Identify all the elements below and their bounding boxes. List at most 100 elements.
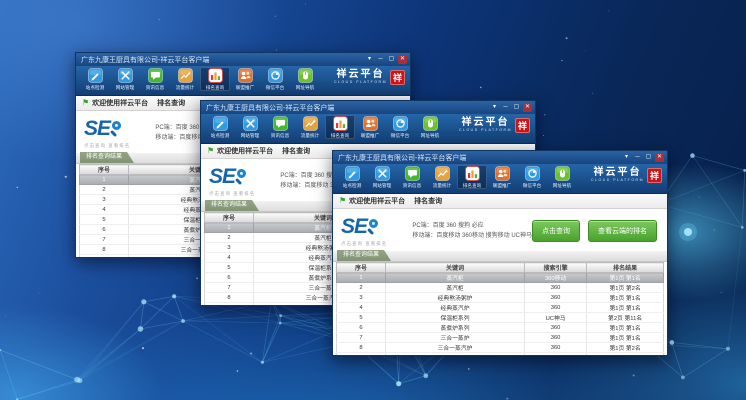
toolbar-item-label: 联盟推广 xyxy=(493,182,511,188)
skin-button[interactable]: ▾ xyxy=(490,103,499,112)
close-button[interactable]: ✕ xyxy=(523,103,532,112)
toolbar-item-label: 排名查询 xyxy=(331,132,349,138)
tab-rank-results[interactable]: 排名查询结果 xyxy=(205,200,259,211)
minimize-button[interactable]: ─ xyxy=(501,103,510,112)
cell-keyword: 蒸汽柜 xyxy=(386,283,525,293)
toolbar-item[interactable]: 网站管理 xyxy=(110,67,140,91)
toolbar-item[interactable]: 微信平台 xyxy=(385,115,415,139)
toolbar: 站点检测网站管理资讯信息流量统计排名查询联盟推广微信平台网址导航 祥云平台 CL… xyxy=(201,114,535,144)
window-title: 广东九康王厨具有限公司-祥云平台客户端 xyxy=(206,103,490,113)
cell-engine: 搜狗 xyxy=(525,353,587,357)
toolbar-item[interactable]: 排名查询 xyxy=(200,67,230,91)
toolbar-item[interactable]: 资讯信息 xyxy=(265,115,295,139)
traffic-chart-icon xyxy=(178,68,193,83)
cell-no: 6 xyxy=(337,323,386,333)
brand-logo: 祥云平台 CLOUD PLATFORM 祥 xyxy=(591,168,662,183)
toolbar-item[interactable]: 微信平台 xyxy=(517,165,547,189)
welcome-text: 欢迎使用祥云平台 xyxy=(92,98,148,108)
toolbar-item[interactable]: 流量统计 xyxy=(427,165,457,189)
toolbar-item[interactable]: 网址导航 xyxy=(415,115,445,139)
window-title: 广东九康王厨具有限公司-祥云平台客户端 xyxy=(338,153,622,163)
mouse-icon xyxy=(298,68,313,83)
magnifier-icon xyxy=(236,169,253,186)
cell-no: 2 xyxy=(337,283,386,293)
window-title: 广东九康王厨具有限公司-祥云平台客户端 xyxy=(81,55,365,65)
table-row[interactable]: 4经典蒸汽炉360第1页 第1名 xyxy=(337,303,664,313)
maximize-button[interactable]: ▢ xyxy=(644,153,653,162)
flag-icon: ⚑ xyxy=(82,99,89,107)
cell-result: 第1页 第1名 xyxy=(587,323,664,333)
toolbar-item[interactable]: 网址导航 xyxy=(547,165,577,189)
toolbar-item[interactable]: 资讯信息 xyxy=(397,165,427,189)
toolbar-item[interactable]: 排名查询 xyxy=(325,115,355,139)
query-panel: SE 点击查询 查看排名 PC端：百度 360 搜狗 必应 移动端：百度移动 3… xyxy=(333,209,667,251)
welcome-text: 欢迎使用祥云平台 xyxy=(349,196,405,206)
title-bar[interactable]: 广东九康王厨具有限公司-祥云平台客户端 ▾─▢✕ xyxy=(76,53,410,66)
toolbar-item[interactable]: 排名查询 xyxy=(457,165,487,189)
toolbar-item[interactable]: 资讯信息 xyxy=(140,67,170,91)
close-button[interactable]: ✕ xyxy=(398,55,407,64)
toolbar-item[interactable]: 联盟推广 xyxy=(487,165,517,189)
cell-keyword: 经典蒸汽炉 xyxy=(386,303,525,313)
toolbar-item[interactable]: 流量统计 xyxy=(170,67,200,91)
table-row[interactable]: 7三合一蒸炉360第1页 第1名 xyxy=(337,333,664,343)
toolbar-item[interactable]: 流量统计 xyxy=(295,115,325,139)
cell-no: 5 xyxy=(80,215,129,225)
toolbar-item-label: 微信平台 xyxy=(391,132,409,138)
tab-rank-results[interactable]: 排名查询结果 xyxy=(80,152,134,163)
toolbar-item[interactable]: 联盟推广 xyxy=(230,67,260,91)
toolbar-item[interactable]: 联盟推广 xyxy=(355,115,385,139)
table-row[interactable]: 1蒸汽柜360移动第1页 第1名 xyxy=(337,273,664,283)
maximize-button[interactable]: ▢ xyxy=(512,103,521,112)
table-row[interactable]: 3经典熬汤粥炉360第1页 第1名 xyxy=(337,293,664,303)
cell-no: 7 xyxy=(337,333,386,343)
toolbar-item[interactable]: 网站管理 xyxy=(367,165,397,189)
query-button[interactable]: 点击查询 xyxy=(532,220,580,242)
table-row[interactable]: 2蒸汽柜360第1页 第2名 xyxy=(337,283,664,293)
cell-result: 第1页 第2名 xyxy=(587,343,664,353)
toolbar-item[interactable]: 网站管理 xyxy=(235,115,265,139)
mobile-engines: 移动端：百度移动 360移动 搜狗移动 UC神马 xyxy=(412,231,532,241)
cell-engine: 360移动 xyxy=(525,273,587,283)
seo-logo: SE 点击查询 查看排名 xyxy=(209,165,272,197)
cell-no: 1 xyxy=(205,223,254,233)
cell-no: 2 xyxy=(80,185,129,195)
table-row[interactable]: 6蒸煮炉系列360第1页 第1名 xyxy=(337,323,664,333)
flag-icon: ⚑ xyxy=(207,147,214,155)
seo-logo-text: SE xyxy=(84,118,110,140)
skin-button[interactable]: ▾ xyxy=(622,153,631,162)
minimize-button[interactable]: ─ xyxy=(376,55,385,64)
cell-result: 第1页 第1名 xyxy=(587,303,664,313)
maximize-button[interactable]: ▢ xyxy=(387,55,396,64)
toolbar-item[interactable]: 站点检测 xyxy=(205,115,235,139)
mouse-icon xyxy=(555,166,570,181)
magnifier-icon xyxy=(111,121,128,138)
table-row[interactable]: 5保温柜系列UC神马第2页 第11名 xyxy=(337,313,664,323)
cell-no: 8 xyxy=(80,245,129,255)
table-row[interactable]: 8三合一蒸汽炉360第1页 第2名 xyxy=(337,343,664,353)
toolbar-item[interactable]: 网址导航 xyxy=(290,67,320,91)
cell-result: 第2页 第11名 xyxy=(587,313,664,323)
table-row[interactable]: 9智能烧汤粥炉搜狗第1页 第1名 xyxy=(337,353,664,357)
toolbar-item[interactable]: 微信平台 xyxy=(260,67,290,91)
toolbar-item-label: 联盟推广 xyxy=(236,84,254,90)
cell-no: 5 xyxy=(337,313,386,323)
view-cloud-rank-button[interactable]: 查看云端的排名 xyxy=(588,220,657,242)
platform-icon xyxy=(525,166,540,181)
minimize-button[interactable]: ─ xyxy=(633,153,642,162)
close-button[interactable]: ✕ xyxy=(655,153,664,162)
toolbar-item[interactable]: 站点检测 xyxy=(80,67,110,91)
title-bar[interactable]: 广东九康王厨具有限公司-祥云平台客户端 ▾─▢✕ xyxy=(201,101,535,114)
toolbar-item-label: 联盟推广 xyxy=(361,132,379,138)
skin-button[interactable]: ▾ xyxy=(365,55,374,64)
toolbar-item[interactable]: 站点检测 xyxy=(337,165,367,189)
title-bar[interactable]: 广东九康王厨具有限公司-祥云平台客户端 ▾─▢✕ xyxy=(333,151,667,164)
cell-no: 1 xyxy=(80,175,129,185)
mouse-icon xyxy=(423,116,438,131)
toolbar-item-label: 资讯信息 xyxy=(146,84,164,90)
site-manage-icon xyxy=(243,116,258,131)
cell-no: 4 xyxy=(80,205,129,215)
rank-table: 序号关键词搜索引擎排名结果 1蒸汽柜360移动第1页 第1名2蒸汽柜360第1页… xyxy=(336,262,664,356)
tab-rank-results[interactable]: 排名查询结果 xyxy=(337,250,391,261)
toolbar-item-label: 流量统计 xyxy=(433,182,451,188)
